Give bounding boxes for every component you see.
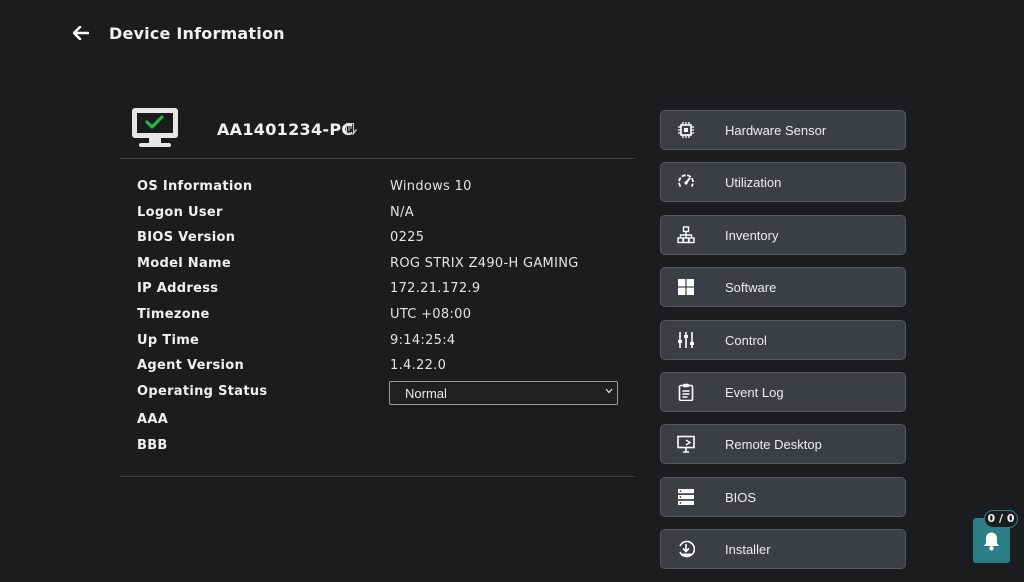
info-label: BIOS Version — [137, 230, 236, 246]
info-value: Windows 10 — [390, 179, 472, 194]
menu-label: Remote Desktop — [725, 437, 822, 453]
inventory-button[interactable]: Inventory — [660, 214, 906, 255]
menu-label: Inventory — [725, 227, 779, 243]
operating-status-value: Normal — [405, 385, 447, 401]
chevron-down-icon — [605, 388, 613, 394]
info-label: IP Address — [137, 281, 219, 297]
info-row: IP Address 172.21.172.9 — [120, 281, 635, 307]
info-value: ROG STRIX Z490-H GAMING — [390, 255, 579, 271]
clipboard-icon — [678, 383, 694, 401]
utilization-button[interactable]: Utilization — [660, 162, 906, 203]
info-value: 9:14:25:4 — [390, 332, 456, 348]
info-row: OS Information Windows 10 — [120, 179, 635, 205]
info-row: Agent Version 1.4.22.0 — [120, 358, 635, 384]
action-menu: Hardware Sensor Utilization Inventory Softw… — [660, 110, 906, 582]
menu-label: Software — [725, 280, 777, 296]
bios-button[interactable]: BIOS — [660, 476, 906, 517]
operating-status-label: Operating Status — [137, 383, 268, 399]
info-label: Logon User — [137, 204, 223, 220]
control-button[interactable]: Control — [660, 319, 906, 360]
menu-label: Utilization — [725, 175, 782, 191]
sliders-icon — [678, 331, 694, 348]
notification-count-badge: 0 / 0 — [984, 510, 1018, 528]
monitor-check-icon — [132, 108, 178, 147]
back-button[interactable] — [70, 22, 92, 44]
info-label: Timezone — [137, 306, 210, 322]
device-header: AA1401234-PC — [120, 104, 635, 159]
info-row-operating-status: Operating Status Normal — [120, 380, 635, 410]
server-icon — [678, 488, 694, 505]
info-row: Timezone UTC +08:00 — [120, 307, 635, 333]
installer-icon — [679, 540, 695, 558]
info-row: BBB — [120, 438, 635, 464]
hardware-sensor-button[interactable]: Hardware Sensor — [660, 110, 906, 150]
page-title: Device Information — [109, 23, 285, 43]
info-row: Model Name ROG STRIX Z490-H GAMING — [120, 256, 635, 282]
edit-icon[interactable] — [346, 123, 357, 135]
info-row: Up Time 9:14:25:4 — [120, 333, 635, 359]
menu-label: Hardware Sensor — [725, 123, 827, 138]
info-value: 172.21.172.9 — [390, 281, 481, 297]
info-row: Logon User N/A — [120, 205, 635, 231]
installer-button[interactable]: Installer — [660, 529, 906, 570]
info-label: Up Time — [137, 332, 200, 348]
software-button[interactable]: Software — [660, 267, 906, 308]
info-value: UTC +08:00 — [390, 306, 472, 322]
info-row: AAA — [120, 412, 635, 438]
menu-label: Installer — [725, 542, 771, 558]
operating-status-select[interactable]: Normal — [389, 380, 618, 405]
remote-desktop-icon — [677, 436, 695, 454]
extra-info-label: BBB — [137, 437, 168, 453]
info-label: Model Name — [137, 255, 231, 271]
device-info-card: AA1401234-PC OS Information Windows 10 Log… — [120, 104, 635, 477]
info-value: 1.4.22.0 — [390, 358, 447, 374]
menu-label: Control — [725, 332, 767, 348]
info-label: OS Information — [137, 179, 253, 194]
arrow-left-icon — [73, 26, 89, 40]
menu-label: Event Log — [725, 384, 784, 400]
extra-info-label: AAA — [137, 412, 169, 428]
windows-icon — [678, 279, 694, 296]
page-header: Device Information — [70, 20, 285, 46]
gauge-icon — [678, 174, 694, 188]
bell-icon — [984, 532, 999, 551]
remote-desktop-button[interactable]: Remote Desktop — [660, 424, 906, 465]
event-log-button[interactable]: Event Log — [660, 371, 906, 412]
chip-icon — [678, 122, 694, 138]
hierarchy-icon — [677, 226, 695, 243]
info-value: 0225 — [390, 230, 425, 246]
info-value: N/A — [390, 204, 414, 220]
info-table: OS Information Windows 10 Logon User N/A BIO… — [120, 159, 635, 477]
device-name: AA1401234-PC — [217, 120, 354, 139]
menu-label: BIOS — [725, 489, 757, 505]
info-label: Agent Version — [137, 358, 245, 374]
info-row: BIOS Version 0225 — [120, 230, 635, 256]
